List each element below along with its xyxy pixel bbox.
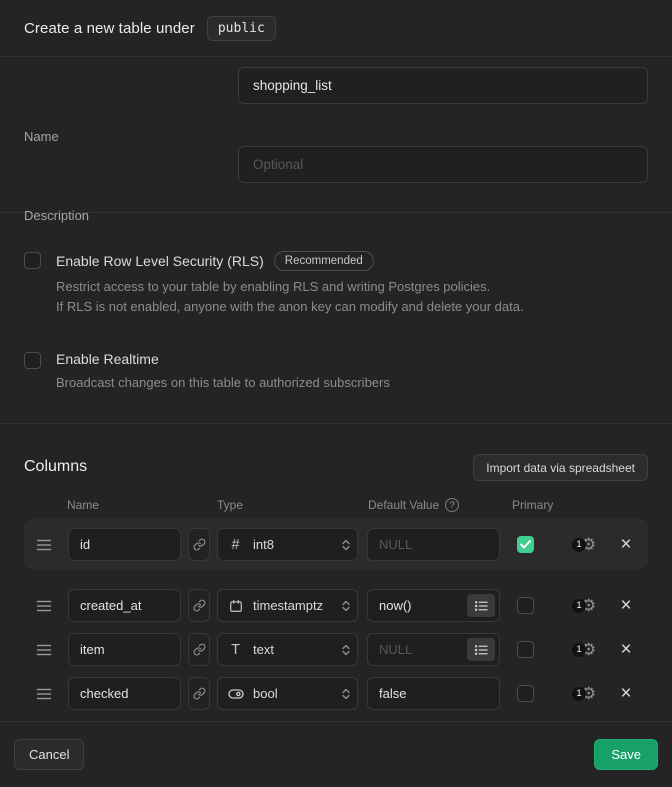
dialog-header: Create a new table under public — [0, 0, 672, 57]
realtime-label: Enable Realtime — [56, 351, 159, 367]
column-type-label: timestamptz — [253, 598, 348, 613]
drag-handle-icon[interactable] — [36, 599, 52, 613]
column-settings-button[interactable]: 1 ⚙ — [572, 528, 596, 561]
column-row: timestamptz 1 ⚙ × — [24, 589, 648, 622]
table-options-section: Enable Row Level Security (RLS) Recommen… — [0, 213, 672, 424]
column-settings-button[interactable]: 1 ⚙ — [572, 589, 596, 622]
rls-description: Restrict access to your table by enablin… — [56, 277, 648, 317]
remove-column-button[interactable]: × — [614, 677, 638, 710]
drag-handle-icon[interactable] — [36, 538, 52, 552]
column-settings-button[interactable]: 1 ⚙ — [572, 677, 596, 710]
text-icon: T — [227, 642, 244, 658]
recommended-badge: Recommended — [274, 251, 374, 271]
foreign-key-link-icon[interactable] — [188, 528, 210, 561]
rls-description-line1: Restrict access to your table by enablin… — [56, 277, 648, 297]
header-default-label: Default Value — [368, 498, 439, 512]
column-row: bool 1 ⚙ × — [24, 677, 648, 710]
column-default-cell — [367, 633, 500, 666]
foreign-key-link-icon[interactable] — [188, 677, 210, 710]
chevron-up-down-icon — [340, 643, 352, 657]
cancel-button[interactable]: Cancel — [14, 739, 84, 770]
rls-label: Enable Row Level Security (RLS) — [56, 253, 264, 269]
column-name-input[interactable] — [68, 677, 181, 710]
drag-handle-icon[interactable] — [36, 687, 52, 701]
chevron-up-down-icon — [340, 599, 352, 613]
column-name-input[interactable] — [68, 589, 181, 622]
create-table-dialog: Create a new table under public Name Des… — [0, 0, 672, 787]
column-default-cell — [367, 677, 500, 710]
settings-count-badge: 1 — [572, 599, 586, 613]
column-type-select[interactable]: timestamptz — [217, 589, 358, 622]
column-row: T text 1 ⚙ × — [24, 633, 648, 666]
header-name: Name — [67, 498, 99, 512]
chevron-up-down-icon — [340, 538, 352, 552]
drag-handle-icon[interactable] — [36, 643, 52, 657]
column-type-select[interactable]: # int8 — [217, 528, 358, 561]
schema-badge: public — [207, 16, 276, 41]
column-type-label: text — [253, 642, 348, 657]
suggestions-list-icon[interactable] — [467, 638, 495, 661]
table-name-input[interactable] — [238, 67, 648, 104]
column-name-input[interactable] — [68, 633, 181, 666]
rls-description-line2: If RLS is not enabled, anyone with the a… — [56, 297, 648, 317]
column-type-label: bool — [253, 686, 348, 701]
import-spreadsheet-button[interactable]: Import data via spreadsheet — [473, 454, 648, 481]
help-icon[interactable]: ? — [445, 498, 459, 512]
column-type-select[interactable]: T text — [217, 633, 358, 666]
primary-checkbox[interactable] — [517, 536, 534, 553]
column-type-select[interactable]: bool — [217, 677, 358, 710]
column-row: # int8 1 ⚙ × — [24, 528, 648, 561]
column-default-cell — [367, 589, 500, 622]
settings-count-badge: 1 — [572, 643, 586, 657]
save-button[interactable]: Save — [594, 739, 658, 770]
table-description-input[interactable] — [238, 146, 648, 183]
column-default-input[interactable] — [367, 677, 500, 710]
column-default-input[interactable] — [367, 528, 500, 561]
header-primary: Primary — [512, 498, 553, 512]
columns-section: Columns Import data via spreadsheet Name… — [0, 424, 672, 722]
suggestions-list-icon[interactable] — [467, 594, 495, 617]
rls-option: Enable Row Level Security (RLS) Recommen… — [56, 251, 648, 317]
columns-heading: Columns — [24, 458, 87, 476]
hash-icon: # — [227, 537, 244, 553]
column-default-cell — [367, 528, 500, 561]
column-name-input[interactable] — [68, 528, 181, 561]
chevron-up-down-icon — [340, 687, 352, 701]
primary-checkbox[interactable] — [517, 685, 534, 702]
calendar-icon — [227, 599, 244, 613]
header-type: Type — [217, 498, 243, 512]
realtime-option: Enable Realtime Broadcast changes on thi… — [56, 351, 648, 393]
columns-table-header: Name Type Default Value ? Primary — [0, 498, 672, 512]
settings-count-badge: 1 — [572, 538, 586, 552]
primary-checkbox[interactable] — [517, 641, 534, 658]
remove-column-button[interactable]: × — [614, 528, 638, 561]
dialog-title: Create a new table under — [24, 20, 195, 37]
settings-count-badge: 1 — [572, 687, 586, 701]
column-settings-button[interactable]: 1 ⚙ — [572, 633, 596, 666]
toggle-icon — [227, 688, 244, 700]
rls-checkbox[interactable] — [24, 252, 41, 269]
dialog-footer: Cancel Save — [0, 722, 672, 786]
name-label: Name — [24, 129, 59, 144]
foreign-key-link-icon[interactable] — [188, 589, 210, 622]
remove-column-button[interactable]: × — [614, 633, 638, 666]
remove-column-button[interactable]: × — [614, 589, 638, 622]
header-default-value: Default Value ? — [368, 498, 459, 512]
realtime-description: Broadcast changes on this table to autho… — [56, 373, 648, 393]
foreign-key-link-icon[interactable] — [188, 633, 210, 666]
table-details-section: Name Description — [0, 57, 672, 213]
column-type-label: int8 — [253, 537, 348, 552]
primary-checkbox[interactable] — [517, 597, 534, 614]
realtime-checkbox[interactable] — [24, 352, 41, 369]
